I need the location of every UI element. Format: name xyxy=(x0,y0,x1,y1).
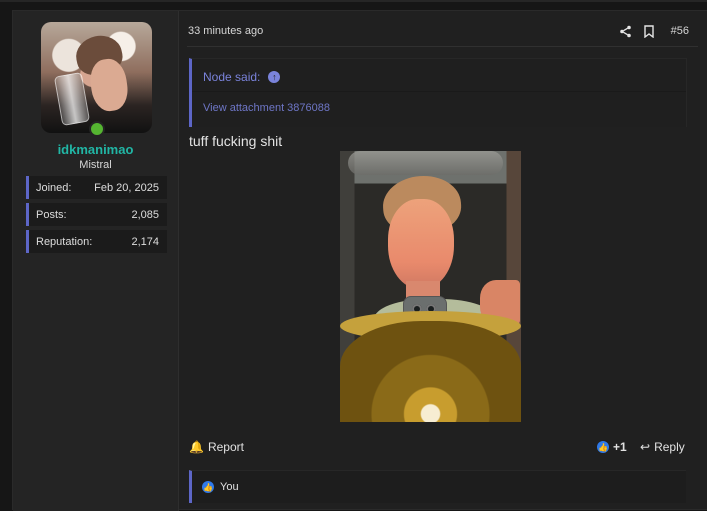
header-separator xyxy=(187,46,698,47)
bell-icon: 🔔 xyxy=(189,440,204,454)
posts-stat: Posts: 2,085 xyxy=(26,203,167,226)
arrow-up-circle-icon[interactable]: ↑ xyxy=(268,71,281,83)
post-main: 33 minutes ago #56 Node said: ↑ View att… xyxy=(187,11,698,511)
quoted-post: Node said: ↑ View attachment 3876088 xyxy=(189,58,687,127)
online-status-indicator xyxy=(89,121,105,137)
lamp-shade xyxy=(340,321,521,422)
reactions-text: You xyxy=(220,481,239,493)
thumbs-up-icon: 👍 xyxy=(202,481,214,493)
thumbs-up-icon: 👍 xyxy=(597,441,609,453)
post-message: tuff fucking shit xyxy=(189,133,283,149)
quote-source-row[interactable]: Node said: ↑ xyxy=(203,70,281,84)
user-avatar[interactable] xyxy=(41,22,152,133)
quote-source[interactable]: Node said: xyxy=(203,70,260,84)
post-number-link[interactable]: #56 xyxy=(665,24,689,38)
joined-stat: Joined: Feb 20, 2025 xyxy=(26,176,167,199)
reaction-button[interactable]: 👍 +1 xyxy=(597,440,627,454)
reputation-label: Reputation: xyxy=(36,235,93,248)
joined-value: Feb 20, 2025 xyxy=(94,181,159,194)
posts-value: 2,085 xyxy=(131,208,159,221)
posts-label: Posts: xyxy=(36,208,67,221)
reply-label: Reply xyxy=(654,440,685,454)
reply-icon: ↩ xyxy=(640,440,651,454)
reactions-inner: 👍 You xyxy=(202,481,239,493)
post-footer: 🔔 Report 👍 +1 ↩ Reply xyxy=(187,437,698,457)
user-sidebar: idkmanimao Mistral Joined: Feb 20, 2025 … xyxy=(13,11,179,511)
forum-post: idkmanimao Mistral Joined: Feb 20, 2025 … xyxy=(12,10,707,511)
user-title: Mistral xyxy=(79,159,112,171)
share-icon[interactable] xyxy=(618,24,632,38)
reaction-count: +1 xyxy=(613,440,627,454)
joined-label: Joined: xyxy=(36,181,72,194)
avatar-glass xyxy=(53,71,91,127)
post-image[interactable] xyxy=(340,151,521,422)
username-link[interactable]: idkmanimao xyxy=(13,142,178,157)
report-label: Report xyxy=(207,440,244,454)
reputation-stat: Reputation: 2,174 xyxy=(26,230,167,253)
user-stats: Joined: Feb 20, 2025 Posts: 2,085 Reputa… xyxy=(26,176,167,257)
quote-divider xyxy=(192,91,686,92)
bookmark-icon[interactable] xyxy=(643,24,655,38)
reply-button[interactable]: ↩ Reply xyxy=(640,440,685,454)
photo-face xyxy=(388,199,454,289)
reputation-value: 2,174 xyxy=(131,235,159,248)
reactions-bar[interactable]: 👍 You xyxy=(189,470,686,503)
photo-pipe xyxy=(348,151,503,175)
report-button[interactable]: 🔔 Report xyxy=(189,440,244,454)
post-timestamp[interactable]: 33 minutes ago xyxy=(188,25,263,37)
post-header: 33 minutes ago #56 xyxy=(187,24,698,44)
attachment-link[interactable]: View attachment 3876088 xyxy=(203,102,330,114)
top-divider xyxy=(0,0,707,2)
